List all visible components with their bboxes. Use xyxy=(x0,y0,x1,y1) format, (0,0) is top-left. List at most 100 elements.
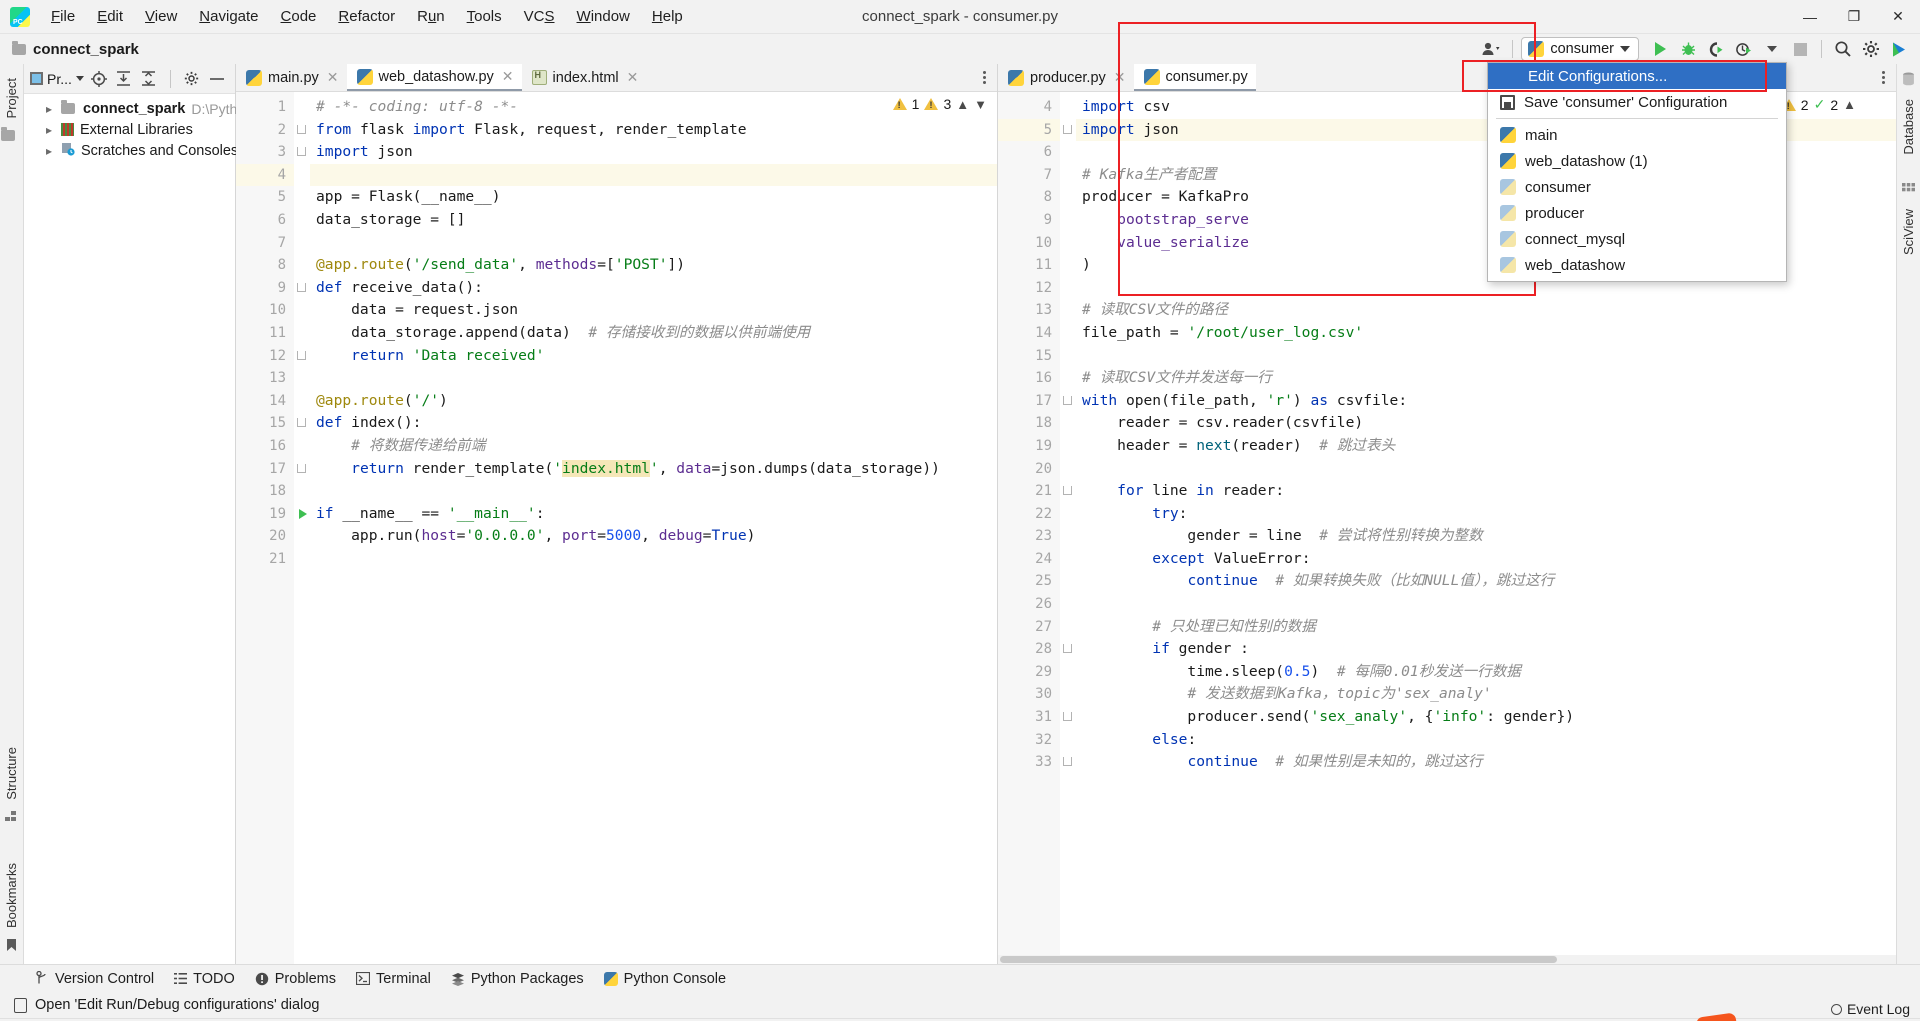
line-number[interactable]: 22 xyxy=(998,503,1060,526)
fold-cell[interactable] xyxy=(1060,638,1076,661)
code-line[interactable]: data = request.json xyxy=(310,299,997,322)
toolwindow-version-control[interactable]: Version Control xyxy=(36,971,154,987)
line-number[interactable]: 17 xyxy=(236,458,294,481)
line-number[interactable]: 24 xyxy=(998,548,1060,571)
editor-tab-main-py[interactable]: main.py ✕ xyxy=(236,64,347,91)
tree-node-scratches[interactable]: ▸ Scratches and Consoles xyxy=(24,140,238,161)
line-number[interactable]: 7 xyxy=(236,232,294,255)
fold-cell[interactable] xyxy=(1060,706,1076,729)
code-line[interactable]: else: xyxy=(1076,729,1896,752)
fold-cell[interactable] xyxy=(1060,683,1076,706)
code-line[interactable]: if __name__ == '__main__': xyxy=(310,503,997,526)
line-number[interactable]: 17 xyxy=(998,390,1060,413)
code-line[interactable]: header = next(reader) # 跳过表头 xyxy=(1076,435,1896,458)
fold-cell[interactable] xyxy=(294,458,310,481)
fold-cell[interactable] xyxy=(1060,322,1076,345)
line-number[interactable]: 11 xyxy=(998,254,1060,277)
previous-problem-icon[interactable]: ▲ xyxy=(956,97,969,112)
expand-all-icon[interactable] xyxy=(114,69,134,89)
line-number[interactable]: 13 xyxy=(236,367,294,390)
fold-cell[interactable] xyxy=(294,435,310,458)
line-number[interactable]: 23 xyxy=(998,525,1060,548)
tree-node-connect-spark[interactable]: ▸ connect_spark D:\PythonCh xyxy=(24,98,271,119)
line-number[interactable]: 6 xyxy=(998,141,1060,164)
chevron-right-icon[interactable]: ▸ xyxy=(46,123,55,137)
fold-cell[interactable] xyxy=(294,277,310,300)
gear-icon[interactable] xyxy=(1858,37,1884,61)
line-number[interactable]: 8 xyxy=(236,254,294,277)
line-number[interactable]: 30 xyxy=(998,683,1060,706)
menu-refactor[interactable]: Refactor xyxy=(327,4,406,29)
code-line[interactable]: producer.send('sex_analy', {'info': gend… xyxy=(1076,706,1896,729)
editor-tab-options-icon-right[interactable] xyxy=(1872,64,1896,91)
code-line[interactable]: @app.route('/') xyxy=(310,390,997,413)
fold-marker-icon[interactable] xyxy=(297,418,306,428)
menu-edit[interactable]: Edit xyxy=(86,4,134,29)
fold-cell[interactable] xyxy=(1060,548,1076,571)
code-line[interactable] xyxy=(310,232,997,255)
fold-cell[interactable] xyxy=(294,164,310,187)
fold-cell[interactable] xyxy=(1060,661,1076,684)
stop-button[interactable] xyxy=(1787,37,1813,61)
user-group-icon[interactable] xyxy=(1478,37,1504,61)
fold-cell[interactable] xyxy=(1060,209,1076,232)
fold-cell[interactable] xyxy=(1060,525,1076,548)
line-number[interactable]: 28 xyxy=(998,638,1060,661)
line-number[interactable]: 7 xyxy=(998,164,1060,187)
menu-vcs[interactable]: VCS xyxy=(513,4,566,29)
code-line[interactable]: with open(file_path, 'r') as csvfile: xyxy=(1076,390,1896,413)
menu-view[interactable]: View xyxy=(134,4,188,29)
scroll-from-source-icon[interactable] xyxy=(89,69,109,89)
fold-marker-icon[interactable] xyxy=(297,350,306,360)
line-number[interactable]: 6 xyxy=(236,209,294,232)
menu-item-config-web-datashow-1-[interactable]: web_datashow (1) xyxy=(1488,148,1786,174)
updates-icon[interactable] xyxy=(1886,37,1912,61)
fold-cell[interactable] xyxy=(1060,729,1076,752)
line-number[interactable]: 15 xyxy=(236,412,294,435)
line-number[interactable]: 5 xyxy=(236,186,294,209)
window-controls[interactable]: — ❐ ✕ xyxy=(1788,0,1920,33)
menu-navigate[interactable]: Navigate xyxy=(188,4,269,29)
fold-marker-icon[interactable] xyxy=(1063,124,1072,134)
editor-tab-web-datashow-py[interactable]: web_datashow.py ✕ xyxy=(346,64,522,91)
menu-item-config-connect-mysql[interactable]: connect_mysql xyxy=(1488,226,1786,252)
fold-cell[interactable] xyxy=(1060,480,1076,503)
line-number[interactable]: 26 xyxy=(998,593,1060,616)
close-icon[interactable]: ✕ xyxy=(327,69,339,86)
line-number[interactable]: 32 xyxy=(998,729,1060,752)
fold-cell[interactable] xyxy=(1060,345,1076,368)
line-number[interactable]: 16 xyxy=(236,435,294,458)
code-line[interactable]: continue # 如果转换失败（比如NULL值），跳过这行 xyxy=(1076,570,1896,593)
line-number[interactable]: 29 xyxy=(998,661,1060,684)
next-problem-icon[interactable]: ▼ xyxy=(974,97,987,112)
toolwindow-todo[interactable]: TODO xyxy=(174,971,235,987)
code-line[interactable]: data_storage = [] xyxy=(310,209,997,232)
line-number[interactable]: 9 xyxy=(236,277,294,300)
fold-marker-icon[interactable] xyxy=(1063,712,1072,722)
code-line[interactable]: return 'Data received' xyxy=(310,345,997,368)
fold-cell[interactable] xyxy=(1060,616,1076,639)
menu-help[interactable]: Help xyxy=(641,4,694,29)
search-icon[interactable] xyxy=(1830,37,1856,61)
menu-file[interactable]: File xyxy=(40,4,86,29)
fold-cell[interactable] xyxy=(294,367,310,390)
inspection-widget-right[interactable]: 2 ✓ 2 ▲ xyxy=(1781,96,1856,113)
fold-cell[interactable] xyxy=(1060,412,1076,435)
code-line[interactable]: try: xyxy=(1076,503,1896,526)
line-number[interactable]: 20 xyxy=(998,458,1060,481)
fold-cell[interactable] xyxy=(294,548,310,571)
code-line[interactable] xyxy=(310,480,997,503)
code-line[interactable]: if gender : xyxy=(1076,638,1896,661)
code-line[interactable]: app.run(host='0.0.0.0', port=5000, debug… xyxy=(310,525,997,548)
menu-item-config-producer[interactable]: producer xyxy=(1488,200,1786,226)
line-number[interactable]: 14 xyxy=(998,322,1060,345)
fold-cell[interactable] xyxy=(1060,232,1076,255)
gutter-right[interactable]: 4 5 6 7 8 9 10 11 12 13 14 15 16 17 18 19 20 21 22 23 24 25 26… xyxy=(998,92,1060,964)
line-number[interactable]: 31 xyxy=(998,706,1060,729)
line-number[interactable]: 9 xyxy=(998,209,1060,232)
code-line[interactable]: # 只处理已知性别的数据 xyxy=(1076,616,1896,639)
sidebar-tab-sciview[interactable]: SciView xyxy=(1901,203,1916,261)
fold-cell[interactable] xyxy=(1060,390,1076,413)
run-coverage-button[interactable] xyxy=(1703,37,1729,61)
code-line[interactable]: return render_template('index.html', dat… xyxy=(310,458,997,481)
